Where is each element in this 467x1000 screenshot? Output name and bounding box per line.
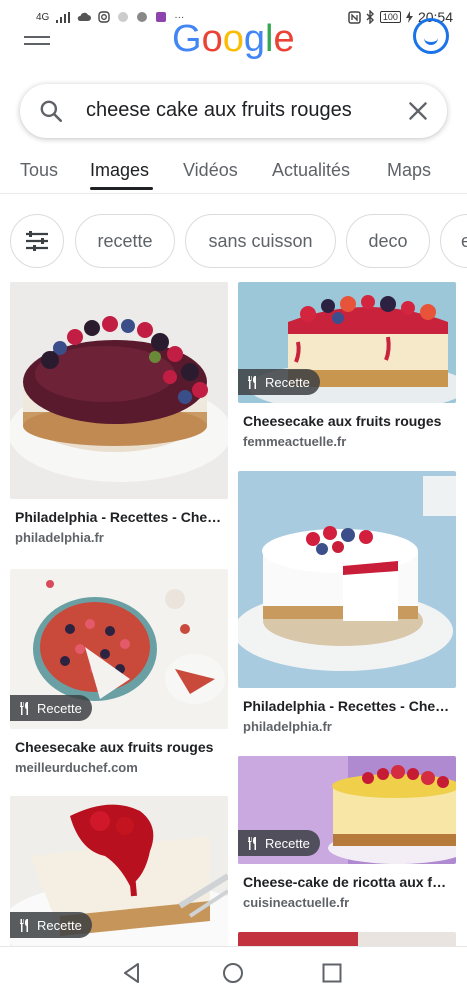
result-title[interactable]: Cheesecake aux fruits rouges: [15, 739, 223, 755]
badge-label: Recette: [37, 700, 82, 716]
logo-letter: g: [243, 18, 265, 60]
result-card[interactable]: [238, 932, 456, 946]
logo-letter: l: [264, 18, 274, 60]
restaurant-icon: [248, 375, 256, 389]
google-logo[interactable]: Google: [172, 18, 295, 62]
recipe-badge: Recette: [10, 695, 92, 721]
network-indicator: 4G: [36, 11, 50, 23]
recipe-badge: Recette: [10, 912, 92, 938]
result-thumbnail[interactable]: Recette: [10, 569, 228, 729]
tab-images[interactable]: Images: [90, 160, 149, 181]
result-card[interactable]: Philadelphia - Recettes - Cheesecake phi…: [238, 471, 456, 734]
badge-label: Recette: [265, 374, 310, 390]
filter-settings-button[interactable]: [10, 214, 64, 268]
account-icon[interactable]: [413, 18, 449, 54]
badge-label: Recette: [37, 917, 82, 933]
result-card[interactable]: Recette: [10, 796, 228, 946]
tab-videos[interactable]: Vidéos: [183, 160, 238, 181]
menu-icon[interactable]: [24, 36, 50, 46]
result-thumbnail[interactable]: Recette: [238, 756, 456, 864]
badge-label: Recette: [265, 835, 310, 851]
result-site[interactable]: cuisineactuelle.fr: [243, 895, 456, 910]
result-site[interactable]: philadelphia.fr: [15, 530, 228, 545]
cheesecake-image: [238, 932, 456, 946]
search-input[interactable]: cheese cake aux fruits rouges: [86, 99, 352, 122]
cheesecake-image: [10, 282, 228, 499]
cheesecake-image: [238, 471, 456, 688]
result-title[interactable]: Philadelphia - Recettes - Cheesecake: [243, 698, 451, 714]
restaurant-icon: [20, 918, 28, 932]
result-card[interactable]: Philadelphia - Recettes - Cheesecake aux…: [10, 282, 228, 545]
restaurant-icon: [248, 836, 256, 850]
result-site[interactable]: femmeactuelle.fr: [243, 434, 456, 449]
tune-icon: [26, 231, 48, 251]
active-tab-indicator: [90, 187, 153, 190]
chip-more[interactable]: e: [440, 214, 467, 268]
tab-news[interactable]: Actualités: [272, 160, 350, 181]
result-thumbnail[interactable]: [238, 932, 456, 946]
back-icon[interactable]: [120, 961, 144, 985]
result-thumbnail[interactable]: Recette: [10, 796, 228, 946]
result-title[interactable]: Cheesecake aux fruits rouges: [243, 413, 451, 429]
logo-letter: e: [273, 18, 295, 60]
result-card[interactable]: Recette Cheesecake aux fruits rouges mei…: [10, 569, 228, 775]
logo-letter: o: [222, 18, 244, 60]
logo-letter: G: [172, 18, 202, 60]
result-thumbnail[interactable]: [238, 471, 456, 688]
tab-maps[interactable]: Maps: [387, 160, 431, 181]
search-tabs: Tous Images Vidéos Actualités Maps: [0, 150, 467, 194]
search-box[interactable]: cheese cake aux fruits rouges: [20, 84, 447, 138]
recipe-badge: Recette: [238, 369, 320, 395]
result-thumbnail[interactable]: Recette: [238, 282, 456, 403]
home-icon[interactable]: [221, 961, 245, 985]
chip-deco[interactable]: deco: [346, 214, 430, 268]
recipe-badge: Recette: [238, 830, 320, 856]
result-card[interactable]: Recette Cheesecake aux fruits rouges fem…: [238, 282, 456, 449]
signal-icon: [56, 11, 71, 23]
result-thumbnail[interactable]: [10, 282, 228, 499]
recents-icon[interactable]: [320, 961, 344, 985]
clear-icon[interactable]: [405, 98, 431, 124]
tab-all[interactable]: Tous: [20, 160, 58, 181]
system-nav-bar: [0, 946, 467, 1000]
chip-sans-cuisson[interactable]: sans cuisson: [185, 214, 336, 268]
cloud-icon: [78, 12, 92, 21]
filter-chips: recette sans cuisson deco e: [0, 214, 467, 270]
app-header: Google: [0, 18, 467, 64]
result-card[interactable]: Recette Cheese-cake de ricotta aux fruit…: [238, 756, 456, 910]
result-title[interactable]: Philadelphia - Recettes - Cheesecake aux…: [15, 509, 223, 525]
search-icon[interactable]: [38, 98, 64, 124]
result-site[interactable]: philadelphia.fr: [243, 719, 456, 734]
chip-recette[interactable]: recette: [75, 214, 175, 268]
result-title[interactable]: Cheese-cake de ricotta aux fruits rouges: [243, 874, 451, 890]
logo-letter: o: [201, 18, 223, 60]
restaurant-icon: [20, 701, 28, 715]
result-site[interactable]: meilleurduchef.com: [15, 760, 228, 775]
image-results-grid: Philadelphia - Recettes - Cheesecake aux…: [0, 280, 467, 946]
